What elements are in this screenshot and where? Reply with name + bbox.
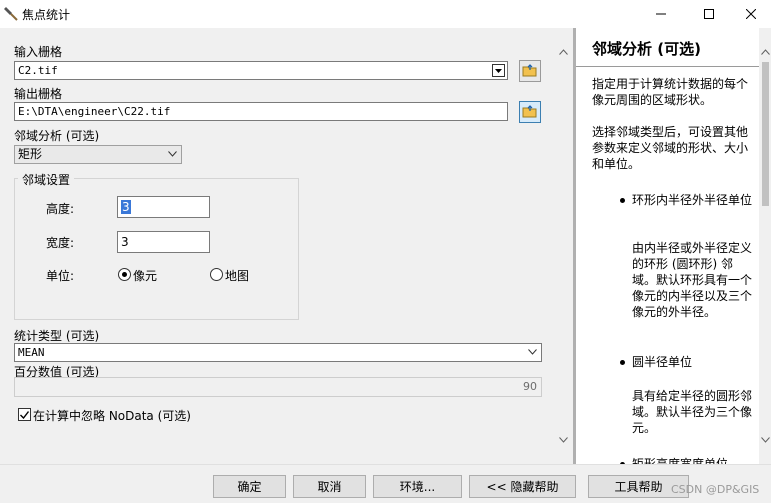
maximize-button[interactable]: [686, 0, 732, 28]
units-map-radio[interactable]: [210, 268, 223, 281]
help-bullet-heading: 环形内半径外半径单位: [632, 193, 753, 207]
neighborhood-settings-title: 邻域设置: [18, 171, 75, 188]
watermark: CSDN @DP&GIS: [671, 483, 760, 496]
neighborhood-value: 矩形: [18, 147, 43, 161]
parameters-scrollbar[interactable]: [555, 28, 572, 464]
help-paragraph: 指定用于计算统计数据的每个像元周围的区域形状。: [592, 77, 749, 107]
cancel-button[interactable]: 取消: [293, 475, 366, 498]
scroll-down-button[interactable]: [555, 432, 571, 448]
window-title: 焦点统计: [22, 8, 71, 22]
units-cell-radio[interactable]: [118, 268, 131, 281]
height-value: 3: [121, 200, 131, 214]
parameters-panel: 输入栅格 C2.tif 输出栅格 E:\DTA\engineer\C22.tif…: [0, 28, 555, 464]
output-raster-label: 输出栅格: [14, 87, 63, 101]
height-label: 高度:: [46, 202, 75, 216]
height-input[interactable]: 3: [117, 196, 210, 218]
chevron-down-icon: [168, 151, 177, 157]
chevron-up-icon: [558, 49, 568, 55]
scroll-up-button[interactable]: [555, 44, 571, 60]
statistics-type-label: 统计类型 (可选): [14, 329, 100, 343]
input-raster-value: C2.tif: [18, 64, 58, 77]
chevron-down-icon: [558, 437, 568, 443]
help-bullet-text: 由内半径或外半径定义的环形 (圆环形) 邻域。默认环形具有一个像元的内半径以及三…: [632, 241, 753, 319]
help-paragraph: 选择邻域类型后，可设置其他参数来定义邻域的形状、大小和单位。: [592, 125, 749, 171]
help-title: 邻域分析 (可选): [592, 40, 701, 58]
title-bar: 焦点统计: [0, 0, 771, 28]
close-button[interactable]: [731, 0, 771, 28]
help-scrollbar[interactable]: [759, 28, 771, 464]
bullet-icon: [620, 360, 625, 365]
output-raster-field[interactable]: E:\DTA\engineer\C22.tif: [14, 102, 508, 121]
minimize-button[interactable]: [638, 0, 684, 28]
percentile-value: 90: [523, 380, 537, 393]
width-value: 3: [121, 235, 129, 249]
statistics-type-select[interactable]: MEAN: [14, 343, 542, 362]
help-panel: 邻域分析 (可选) 指定用于计算统计数据的每个像元周围的区域形状。 选择邻域类型…: [576, 28, 759, 464]
open-folder-icon: [522, 105, 537, 118]
help-bullet-heading: 圆半径单位: [632, 355, 693, 369]
chevron-down-icon: [528, 349, 537, 355]
neighborhood-label: 邻域分析 (可选): [14, 129, 100, 143]
width-label: 宽度:: [46, 236, 75, 250]
environments-button[interactable]: 环境...: [373, 475, 462, 498]
neighborhood-select[interactable]: 矩形: [14, 145, 182, 164]
help-scroll-up-button[interactable]: [757, 44, 771, 60]
chevron-down-icon: [760, 437, 770, 443]
output-raster-value: E:\DTA\engineer\C22.tif: [18, 105, 171, 118]
minimize-icon: [656, 13, 666, 15]
percentile-input[interactable]: 90: [14, 377, 542, 397]
open-folder-icon: [522, 64, 537, 77]
button-bar: 确定 取消 环境... << 隐藏帮助 工具帮助: [0, 464, 771, 503]
input-raster-browse-button[interactable]: [519, 60, 541, 82]
ignore-nodata-label[interactable]: 在计算中忽略 NoData (可选): [33, 407, 191, 424]
checkmark-icon: [20, 410, 29, 419]
help-scroll-thumb[interactable]: [762, 62, 769, 206]
input-raster-combo[interactable]: C2.tif: [14, 61, 508, 80]
units-label: 单位:: [46, 269, 75, 283]
help-bullet-text: 具有给定半径的圆形邻域。默认半径为三个像元。: [632, 389, 753, 435]
input-raster-label: 输入栅格: [14, 45, 63, 59]
help-bullet-heading: 矩形高度宽度单位: [632, 457, 729, 464]
units-map-label[interactable]: 地图: [225, 267, 249, 284]
chevron-down-icon: [495, 68, 502, 73]
close-icon: [746, 9, 756, 19]
input-raster-dropdown-arrow[interactable]: [492, 64, 505, 77]
units-cell-label[interactable]: 像元: [133, 267, 157, 284]
help-scroll-down-button[interactable]: [757, 432, 771, 448]
ok-button[interactable]: 确定: [213, 475, 286, 498]
width-input[interactable]: 3: [117, 231, 210, 253]
hammer-tool-icon: [4, 7, 18, 21]
bullet-icon: [620, 198, 625, 203]
help-title-divider: [576, 66, 759, 67]
maximize-icon: [704, 9, 714, 19]
output-raster-browse-button[interactable]: [519, 101, 541, 123]
ignore-nodata-checkbox[interactable]: [18, 408, 31, 421]
chevron-up-icon: [760, 49, 770, 55]
statistics-type-value: MEAN: [18, 346, 45, 359]
hide-help-button[interactable]: << 隐藏帮助: [469, 475, 576, 498]
